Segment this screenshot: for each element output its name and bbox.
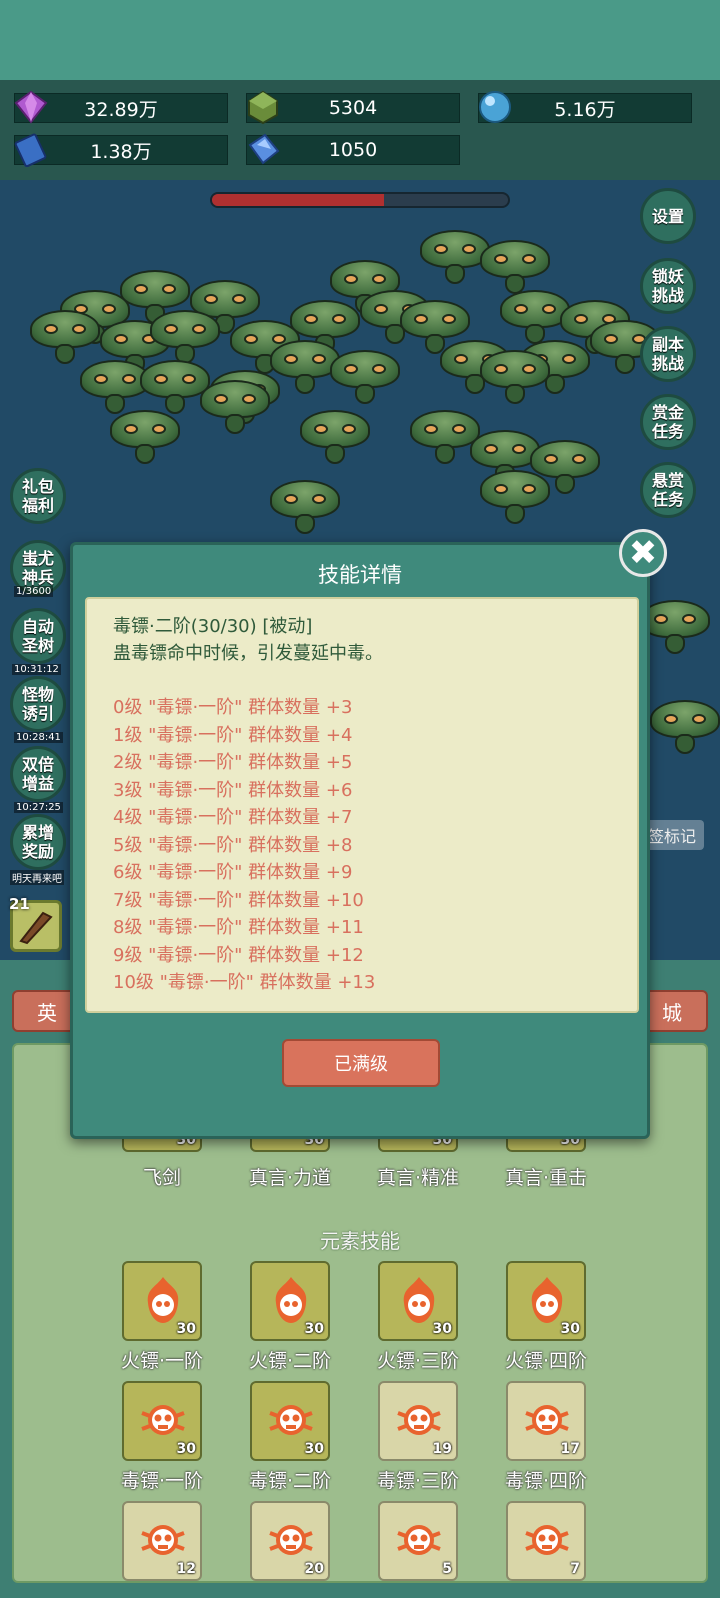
- level-bonus-row: 1级 "毒镖·一阶" 群体数量 +4: [113, 724, 353, 746]
- skill-description: 蛊毒镖命中时候，引发蔓延中毒。: [113, 643, 383, 664]
- level-bonus-row: 5级 "毒镖·一阶" 群体数量 +8: [113, 834, 353, 856]
- max-level-button[interactable]: 已满级: [282, 1039, 440, 1087]
- level-bonus-row: 6级 "毒镖·一阶" 群体数量 +9: [113, 862, 353, 883]
- level-bonus-row: 3级 "毒镖·一阶" 群体数量 +6: [113, 779, 353, 801]
- close-icon[interactable]: ✖: [619, 529, 667, 577]
- skill-name-line: 毒镖·二阶(30/30) [被动]: [113, 616, 313, 637]
- level-bonus-list: 0级 "毒镖·一阶" 群体数量 +3 1级 "毒镖·一阶" 群体数量 +4 2级 "…: [113, 694, 611, 997]
- close-glyph: ✖: [628, 533, 658, 573]
- level-bonus-row: 9级 "毒镖·一阶" 群体数量 +12: [113, 944, 364, 966]
- level-bonus-row: 2级 "毒镖·一阶" 群体数量 +5: [113, 752, 353, 773]
- skill-detail-box: 毒镖·二阶(30/30) [被动] 蛊毒镖命中时候，引发蔓延中毒。 0级 "毒镖…: [85, 597, 639, 1013]
- level-bonus-row: 10级 "毒镖·一阶" 群体数量 +13: [113, 972, 376, 993]
- skill-detail-modal: 技能详情 ✖ 毒镖·二阶(30/30) [被动] 蛊毒镖命中时候，引发蔓延中毒。…: [70, 529, 667, 1139]
- level-bonus-row: 0级 "毒镖·一阶" 群体数量 +3: [113, 697, 353, 718]
- max-level-label: 已满级: [334, 1054, 388, 1075]
- modal-title: 技能详情: [318, 563, 402, 587]
- level-bonus-row: 4级 "毒镖·一阶" 群体数量 +7: [113, 807, 353, 828]
- level-bonus-row: 7级 "毒镖·一阶" 群体数量 +10: [113, 889, 364, 911]
- level-bonus-row: 8级 "毒镖·一阶" 群体数量 +11: [113, 917, 364, 938]
